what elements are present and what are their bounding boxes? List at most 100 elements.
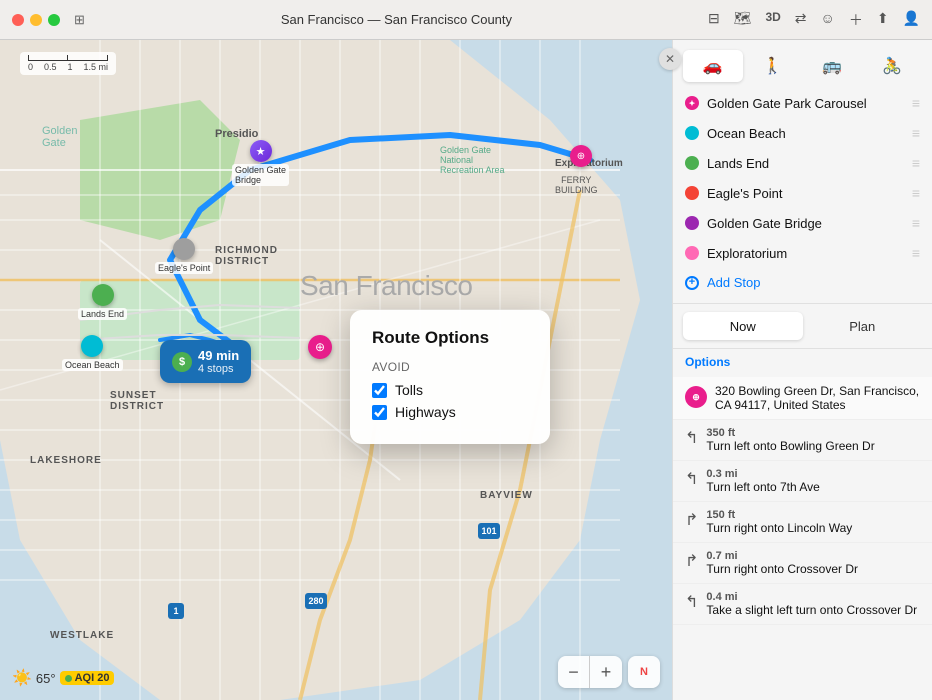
arrow-left-1: ↰ bbox=[685, 428, 698, 448]
ocean-beach-pin: Ocean Beach bbox=[62, 335, 123, 371]
step-address: ⊕ 320 Bowling Green Dr, San Francisco, C… bbox=[673, 377, 932, 420]
stop-dot-lands-end bbox=[685, 156, 699, 170]
golden-gate-label: Golden Gate bbox=[42, 125, 77, 149]
arrow-slight-left-5: ↰ bbox=[685, 592, 698, 612]
stops-list: ✦ Golden Gate Park Carousel ≡ Ocean Beac… bbox=[673, 82, 932, 304]
aqi-label: AQI 20 bbox=[75, 672, 110, 684]
route-options-title: Route Options bbox=[372, 328, 528, 348]
temperature: 65° bbox=[36, 671, 56, 686]
stop-lands-end[interactable]: Lands End ≡ bbox=[673, 148, 932, 178]
tolls-label: Tolls bbox=[395, 382, 423, 398]
titlebar-controls: ⊟ 🗺 3D ⇄ ☺ ＋ ⬆ 👤 bbox=[708, 10, 920, 30]
stop-golden-gate-carousel[interactable]: ✦ Golden Gate Park Carousel ≡ bbox=[673, 88, 932, 118]
bayview-label: BAYVIEW bbox=[480, 490, 533, 501]
route-options-popup: Route Options Avoid Tolls Highways bbox=[350, 310, 550, 444]
drag-handle-carousel: ≡ bbox=[912, 95, 920, 111]
panel-close-button[interactable]: ✕ bbox=[659, 48, 681, 70]
map-area[interactable]: 280 101 1 00.511.5 mi San Francisco Pres… bbox=[0, 40, 672, 700]
zoom-in-button[interactable]: + bbox=[590, 656, 622, 688]
step-2-instruction: Turn left onto 7th Ave bbox=[706, 480, 819, 494]
now-plan-row: Now Plan bbox=[673, 304, 932, 349]
add-stop-button[interactable]: + Add Stop bbox=[673, 268, 932, 297]
drag-handle-bridge: ≡ bbox=[912, 215, 920, 231]
step-5-instruction: Take a slight left turn onto Crossover D… bbox=[706, 603, 917, 617]
stop-name-eagles-point: Eagle's Point bbox=[707, 186, 904, 201]
step-3-instruction: Turn right onto Lincoln Way bbox=[706, 521, 852, 535]
aqi-dot bbox=[65, 675, 72, 682]
step-3-dist: 150 ft bbox=[706, 509, 852, 521]
stop-exploratorium[interactable]: Exploratorium ≡ bbox=[673, 238, 932, 268]
face-icon[interactable]: ☺ bbox=[821, 10, 835, 30]
stop-dot-exploratorium bbox=[685, 246, 699, 260]
zoom-out-button[interactable]: − bbox=[558, 656, 590, 688]
step-2-text: 0.3 mi Turn left onto 7th Ave bbox=[706, 468, 819, 494]
step-2: ↰ 0.3 mi Turn left onto 7th Ave bbox=[673, 461, 932, 502]
step-3: ↱ 150 ft Turn right onto Lincoln Way bbox=[673, 502, 932, 543]
map-type-icon[interactable]: 🗺 bbox=[734, 10, 752, 30]
highways-label: Highways bbox=[395, 404, 456, 420]
route-time-badge: $ 49 min 4 stops bbox=[160, 340, 251, 383]
stop-ocean-beach[interactable]: Ocean Beach ≡ bbox=[673, 118, 932, 148]
arrow-right-3: ↱ bbox=[685, 510, 698, 530]
titlebar: ⊞ San Francisco — San Francisco County ⊟… bbox=[0, 0, 932, 40]
tab-bike[interactable]: 🚴 bbox=[862, 50, 922, 82]
start-address: 320 Bowling Green Dr, San Francisco, CA … bbox=[715, 384, 920, 412]
tolls-option[interactable]: Tolls bbox=[372, 382, 528, 398]
add-stop-icon: + bbox=[685, 276, 699, 290]
tolls-checkbox[interactable] bbox=[372, 383, 387, 398]
avoid-label: Avoid bbox=[372, 360, 528, 374]
tab-transit[interactable]: 🚌 bbox=[803, 50, 863, 82]
tab-drive[interactable]: 🚗 bbox=[683, 50, 743, 82]
stop-dot-eagles-point bbox=[685, 186, 699, 200]
sunset-label: SUNSETDISTRICT bbox=[110, 390, 164, 412]
drag-handle-ocean-beach: ≡ bbox=[912, 125, 920, 141]
step-1-dist: 350 ft bbox=[706, 427, 874, 439]
traffic-icon[interactable]: ⇄ bbox=[795, 10, 807, 30]
account-icon[interactable]: 👤 bbox=[903, 10, 920, 30]
3d-button[interactable]: 3D bbox=[765, 10, 780, 30]
stop-name-carousel: Golden Gate Park Carousel bbox=[707, 96, 904, 111]
stop-dot-bridge bbox=[685, 216, 699, 230]
map-controls: − + N bbox=[558, 656, 660, 688]
map-window-icon: ⊞ bbox=[74, 12, 85, 28]
step-1: ↰ 350 ft Turn left onto Bowling Green Dr bbox=[673, 420, 932, 461]
route-steps: ⊕ 320 Bowling Green Dr, San Francisco, C… bbox=[673, 373, 932, 700]
lands-end-pin: Lands End bbox=[78, 284, 127, 320]
highways-checkbox[interactable] bbox=[372, 405, 387, 420]
minimize-button[interactable] bbox=[30, 14, 42, 26]
drag-handle-lands-end: ≡ bbox=[912, 155, 920, 171]
svg-text:1: 1 bbox=[173, 606, 178, 616]
compass-button[interactable]: N bbox=[628, 656, 660, 688]
maximize-button[interactable] bbox=[48, 14, 60, 26]
sidebar-icon[interactable]: ⊟ bbox=[708, 10, 720, 30]
svg-text:101: 101 bbox=[481, 526, 496, 536]
golden-gate-national-label: Golden Gate National Recreation Area bbox=[440, 145, 505, 175]
plan-button[interactable]: Plan bbox=[803, 312, 923, 340]
step-4-instruction: Turn right onto Crossover Dr bbox=[706, 562, 858, 576]
close-button[interactable] bbox=[12, 14, 24, 26]
step-4-dist: 0.7 mi bbox=[706, 550, 858, 562]
highways-option[interactable]: Highways bbox=[372, 404, 528, 420]
address-text: 320 Bowling Green Dr, San Francisco, CA … bbox=[715, 384, 919, 412]
tab-walk[interactable]: 🚶 bbox=[743, 50, 803, 82]
share-icon[interactable]: ⬆ bbox=[877, 10, 889, 30]
aqi-badge: AQI 20 bbox=[60, 671, 115, 685]
stop-name-ocean-beach: Ocean Beach bbox=[707, 126, 904, 141]
add-stop-label: Add Stop bbox=[707, 275, 761, 290]
right-panel: ✕ 🚗 🚶 🚌 🚴 ✦ Golden Gate Park Carousel ≡ … bbox=[672, 40, 932, 700]
add-icon[interactable]: ＋ bbox=[849, 10, 863, 30]
stop-name-bridge: Golden Gate Bridge bbox=[707, 216, 904, 231]
traffic-lights bbox=[12, 14, 60, 26]
arrow-right-4: ↱ bbox=[685, 551, 698, 571]
stop-eagles-point[interactable]: Eagle's Point ≡ bbox=[673, 178, 932, 208]
route-stops: 4 stops bbox=[198, 363, 239, 375]
stop-dot-carousel: ✦ bbox=[685, 96, 699, 110]
stop-golden-gate-bridge[interactable]: Golden Gate Bridge ≡ bbox=[673, 208, 932, 238]
exploratorium-label: Exploratorium bbox=[555, 158, 623, 169]
step-5: ↰ 0.4 mi Take a slight left turn onto Cr… bbox=[673, 584, 932, 625]
arrow-left-2: ↰ bbox=[685, 469, 698, 489]
route-time: 49 min bbox=[198, 348, 239, 363]
now-button[interactable]: Now bbox=[683, 312, 803, 340]
carousel-pin: ⊕ bbox=[308, 335, 332, 359]
zoom-controls[interactable]: − + bbox=[558, 656, 622, 688]
